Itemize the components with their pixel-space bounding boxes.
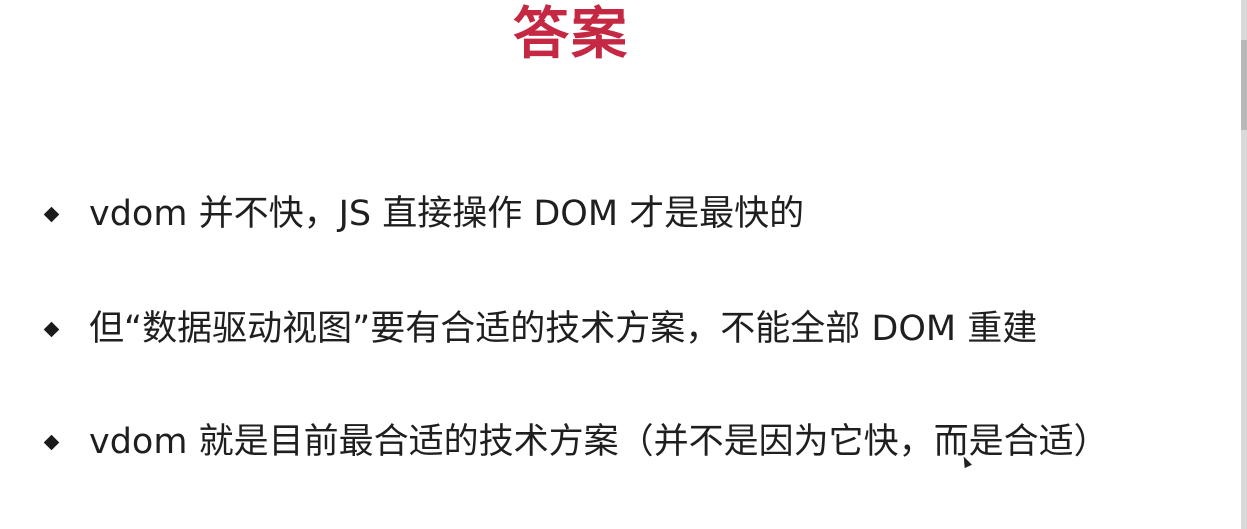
diamond-bullet-icon <box>43 206 60 222</box>
diamond-bullet-icon <box>43 321 60 337</box>
bullet-item: vdom 就是目前最合适的技术方案（并不是因为它快，而是合适） <box>40 417 1109 467</box>
bullet-item: vdom 并不快，JS 直接操作 DOM 才是最快的 <box>40 189 804 239</box>
bullet-text: vdom 就是目前最合适的技术方案（并不是因为它快，而是合适） <box>89 422 1109 462</box>
slide-title: 答案 <box>513 2 629 67</box>
scrollbar-thumb[interactable] <box>1241 40 1247 130</box>
bullet-text: vdom 并不快，JS 直接操作 DOM 才是最快的 <box>89 194 805 234</box>
bullet-item: 但“数据驱动视图”要有合适的技术方案，不能全部 DOM 重建 <box>40 304 1037 354</box>
presentation-slide: 答案 vdom 并不快，JS 直接操作 DOM 才是最快的 但“数据驱动视图”要… <box>0 0 1247 529</box>
bullet-text: 但“数据驱动视图”要有合适的技术方案，不能全部 DOM 重建 <box>89 309 1038 349</box>
diamond-bullet-icon <box>43 434 60 450</box>
